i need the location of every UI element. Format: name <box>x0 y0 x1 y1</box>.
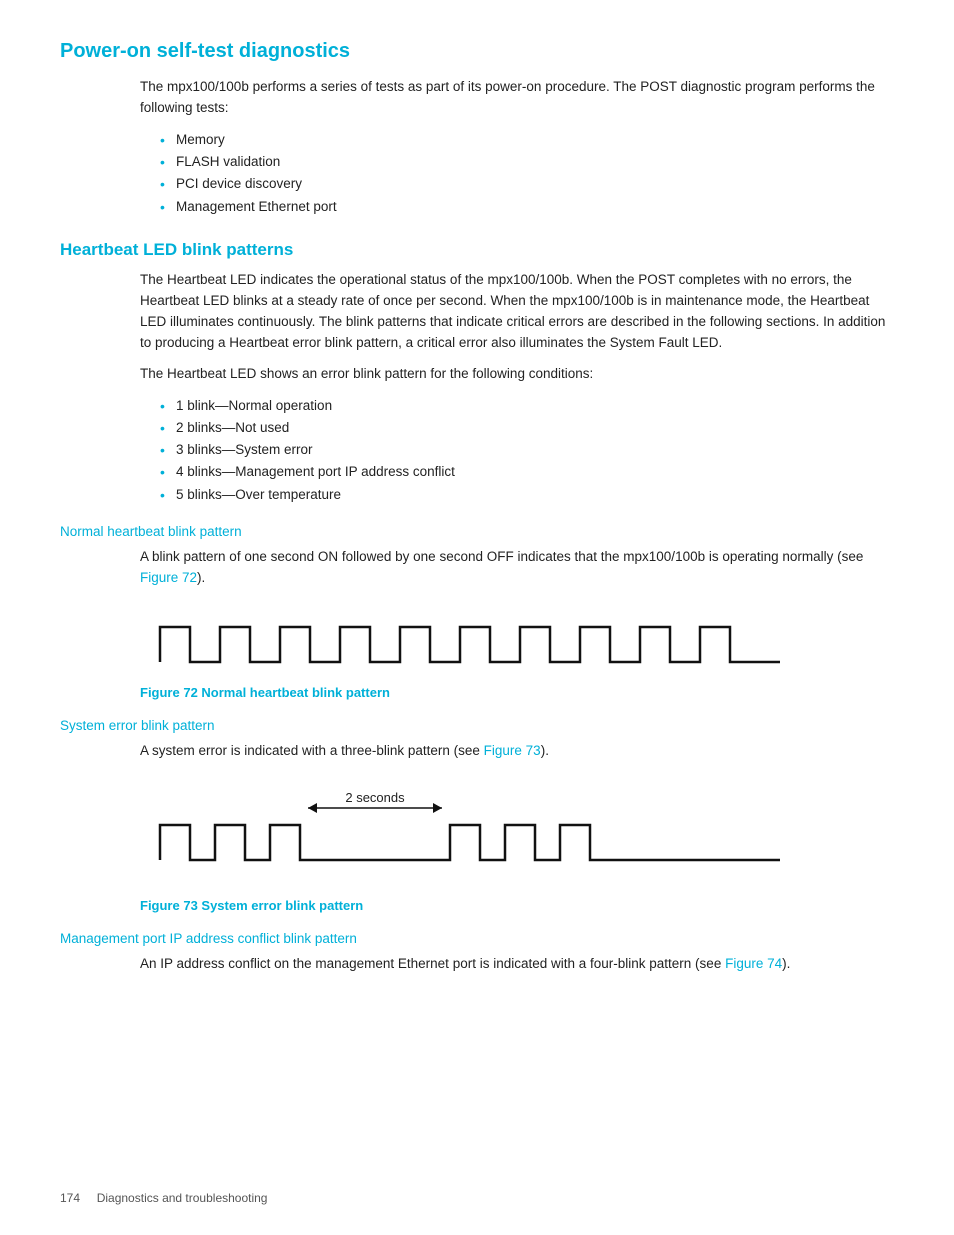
footer-section: Diagnostics and troubleshooting <box>97 1191 268 1205</box>
blink-1: 1 blink—Normal operation <box>160 395 894 417</box>
blink-4: 4 blinks—Management port IP address conf… <box>160 461 894 483</box>
heartbeat-bullets: 1 blink—Normal operation 2 blinks—Not us… <box>160 395 894 506</box>
blink-5: 5 blinks—Over temperature <box>160 484 894 506</box>
mgmt-port-body: An IP address conflict on the management… <box>140 954 894 975</box>
mgmt-port-heading: Management port IP address conflict blin… <box>60 931 894 946</box>
heartbeat-heading: Heartbeat LED blink patterns <box>60 240 894 260</box>
page-title: Power-on self-test diagnostics <box>60 40 894 63</box>
figure72-link[interactable]: Figure 72 <box>140 570 197 585</box>
svg-text:2 seconds: 2 seconds <box>345 790 405 805</box>
figure72-diagram <box>140 607 800 677</box>
page-number: 174 <box>60 1191 80 1205</box>
bullet-memory: Memory <box>160 129 894 151</box>
figure72-container <box>140 607 894 677</box>
normal-blink-body: A blink pattern of one second ON followe… <box>140 547 894 589</box>
figure73-link[interactable]: Figure 73 <box>484 743 541 758</box>
normal-blink-heading: Normal heartbeat blink pattern <box>60 524 894 539</box>
bullet-mgmt: Management Ethernet port <box>160 196 894 218</box>
heartbeat-body2: The Heartbeat LED shows an error blink p… <box>140 364 894 385</box>
bullet-pci: PCI device discovery <box>160 173 894 195</box>
post-bullets: Memory FLASH validation PCI device disco… <box>160 129 894 218</box>
figure73-diagram: 2 seconds <box>140 780 800 890</box>
page-footer: 174 Diagnostics and troubleshooting <box>60 1191 267 1205</box>
blink-3: 3 blinks—System error <box>160 439 894 461</box>
heartbeat-body1: The Heartbeat LED indicates the operatio… <box>140 270 894 354</box>
figure74-link[interactable]: Figure 74 <box>725 956 782 971</box>
figure73-container: 2 seconds <box>140 780 894 890</box>
figure73-caption: Figure 73 System error blink pattern <box>140 898 894 913</box>
blink-2: 2 blinks—Not used <box>160 417 894 439</box>
system-error-body: A system error is indicated with a three… <box>140 741 894 762</box>
figure72-caption: Figure 72 Normal heartbeat blink pattern <box>140 685 894 700</box>
post-body: The mpx100/100b performs a series of tes… <box>140 77 894 119</box>
bullet-flash: FLASH validation <box>160 151 894 173</box>
system-error-heading: System error blink pattern <box>60 718 894 733</box>
